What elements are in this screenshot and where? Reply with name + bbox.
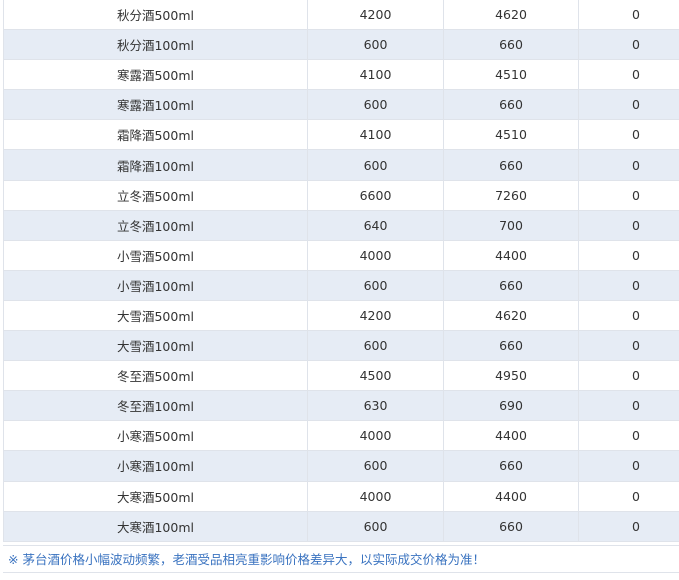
product-name-cell: 大寒酒500ml: [3, 480, 308, 512]
price-cell-2: 4950: [443, 360, 579, 392]
price-cell-2: 4510: [443, 119, 579, 151]
price-cell-2: 4620: [443, 0, 579, 31]
table-row: 霜降酒500ml 4100 4510 0: [3, 119, 679, 151]
price-table-body: 秋分酒500ml 4200 4620 0 秋分酒100ml 600 660 0 …: [3, 0, 679, 542]
price-cell-2: 7260: [443, 179, 579, 211]
table-row: 小寒酒100ml 600 660 0: [3, 450, 679, 482]
price-disclaimer-note: ※ 茅台酒价格小幅波动频繁，老酒受品相亮重影响价格差异大，以实际成交价格为准！: [3, 545, 679, 573]
count-cell: 0: [578, 149, 679, 181]
count-cell: 0: [578, 0, 679, 31]
table-row: 立冬酒500ml 6600 7260 0: [3, 179, 679, 211]
count-cell: 0: [578, 330, 679, 362]
count-cell: 0: [578, 510, 679, 542]
count-cell: 0: [578, 59, 679, 91]
price-cell-1: 4100: [307, 119, 444, 151]
product-name-cell: 霜降酒500ml: [3, 119, 308, 151]
price-cell-2: 4400: [443, 420, 579, 452]
table-row: 寒露酒100ml 600 660 0: [3, 89, 679, 121]
count-cell: 0: [578, 299, 679, 332]
table-row: 大寒酒100ml 600 660 0: [3, 510, 679, 542]
table-row: 立冬酒100ml 640 700 0: [3, 209, 679, 241]
price-cell-2: 4620: [443, 299, 579, 332]
product-name-cell: 大寒酒100ml: [3, 510, 308, 542]
price-cell-2: 660: [443, 29, 579, 61]
product-name-cell: 立冬酒100ml: [3, 209, 308, 241]
product-name-cell: 霜降酒100ml: [3, 149, 308, 181]
count-cell: 0: [578, 209, 679, 241]
price-cell-1: 600: [307, 510, 444, 542]
product-name-cell: 小雪酒500ml: [3, 239, 308, 271]
price-cell-1: 600: [307, 450, 444, 482]
product-name-cell: 寒露酒500ml: [3, 59, 308, 91]
table-row: 大雪酒100ml 600 660 0: [3, 330, 679, 362]
table-row: 秋分酒100ml 600 660 0: [3, 29, 679, 61]
price-cell-2: 660: [443, 330, 579, 362]
price-cell-1: 6600: [307, 179, 444, 211]
count-cell: 0: [578, 480, 679, 512]
product-name-cell: 大雪酒100ml: [3, 330, 308, 362]
price-cell-2: 4400: [443, 480, 579, 512]
price-cell-1: 630: [307, 390, 444, 422]
product-name-cell: 冬至酒100ml: [3, 390, 308, 422]
product-name-cell: 小雪酒100ml: [3, 269, 308, 301]
price-cell-1: 4000: [307, 480, 444, 512]
product-name-cell: 立冬酒500ml: [3, 179, 308, 211]
table-row: 小寒酒500ml 4000 4400 0: [3, 420, 679, 452]
product-name-cell: 秋分酒500ml: [3, 0, 308, 31]
count-cell: 0: [578, 29, 679, 61]
count-cell: 0: [578, 179, 679, 211]
price-cell-2: 700: [443, 209, 579, 241]
price-cell-2: 660: [443, 89, 579, 121]
price-cell-1: 640: [307, 209, 444, 241]
table-row: 小雪酒500ml 4000 4400 0: [3, 239, 679, 271]
price-cell-1: 600: [307, 330, 444, 362]
price-cell-2: 690: [443, 390, 579, 422]
price-table-container: 秋分酒500ml 4200 4620 0 秋分酒100ml 600 660 0 …: [0, 0, 679, 580]
price-cell-2: 660: [443, 269, 579, 301]
table-row: 大寒酒500ml 4000 4400 0: [3, 480, 679, 512]
product-name-cell: 寒露酒100ml: [3, 89, 308, 121]
price-cell-1: 4500: [307, 360, 444, 392]
table-row: 大雪酒500ml 4200 4620 0: [3, 299, 679, 332]
price-cell-1: 600: [307, 89, 444, 121]
product-name-cell: 小寒酒100ml: [3, 450, 308, 482]
count-cell: 0: [578, 450, 679, 482]
price-cell-1: 600: [307, 269, 444, 301]
price-cell-2: 660: [443, 450, 579, 482]
table-row: 冬至酒100ml 630 690 0: [3, 390, 679, 422]
price-cell-2: 4400: [443, 239, 579, 271]
price-cell-1: 4100: [307, 59, 444, 91]
count-cell: 0: [578, 269, 679, 301]
table-row: 寒露酒500ml 4100 4510 0: [3, 59, 679, 91]
price-cell-2: 660: [443, 510, 579, 542]
price-cell-2: 660: [443, 149, 579, 181]
count-cell: 0: [578, 119, 679, 151]
table-row: 秋分酒500ml 4200 4620 0: [3, 0, 679, 31]
product-name-cell: 秋分酒100ml: [3, 29, 308, 61]
price-cell-1: 4200: [307, 0, 444, 31]
product-name-cell: 大雪酒500ml: [3, 299, 308, 332]
price-cell-1: 4000: [307, 239, 444, 271]
count-cell: 0: [578, 390, 679, 422]
count-cell: 0: [578, 360, 679, 392]
price-cell-1: 600: [307, 29, 444, 61]
product-name-cell: 小寒酒500ml: [3, 420, 308, 452]
price-cell-1: 600: [307, 149, 444, 181]
price-cell-1: 4000: [307, 420, 444, 452]
table-row: 霜降酒100ml 600 660 0: [3, 149, 679, 181]
count-cell: 0: [578, 89, 679, 121]
count-cell: 0: [578, 420, 679, 452]
price-cell-2: 4510: [443, 59, 579, 91]
count-cell: 0: [578, 239, 679, 271]
price-cell-1: 4200: [307, 299, 444, 332]
table-row: 冬至酒500ml 4500 4950 0: [3, 360, 679, 392]
table-row: 小雪酒100ml 600 660 0: [3, 269, 679, 301]
product-name-cell: 冬至酒500ml: [3, 360, 308, 392]
price-table: 秋分酒500ml 4200 4620 0 秋分酒100ml 600 660 0 …: [3, 0, 679, 542]
